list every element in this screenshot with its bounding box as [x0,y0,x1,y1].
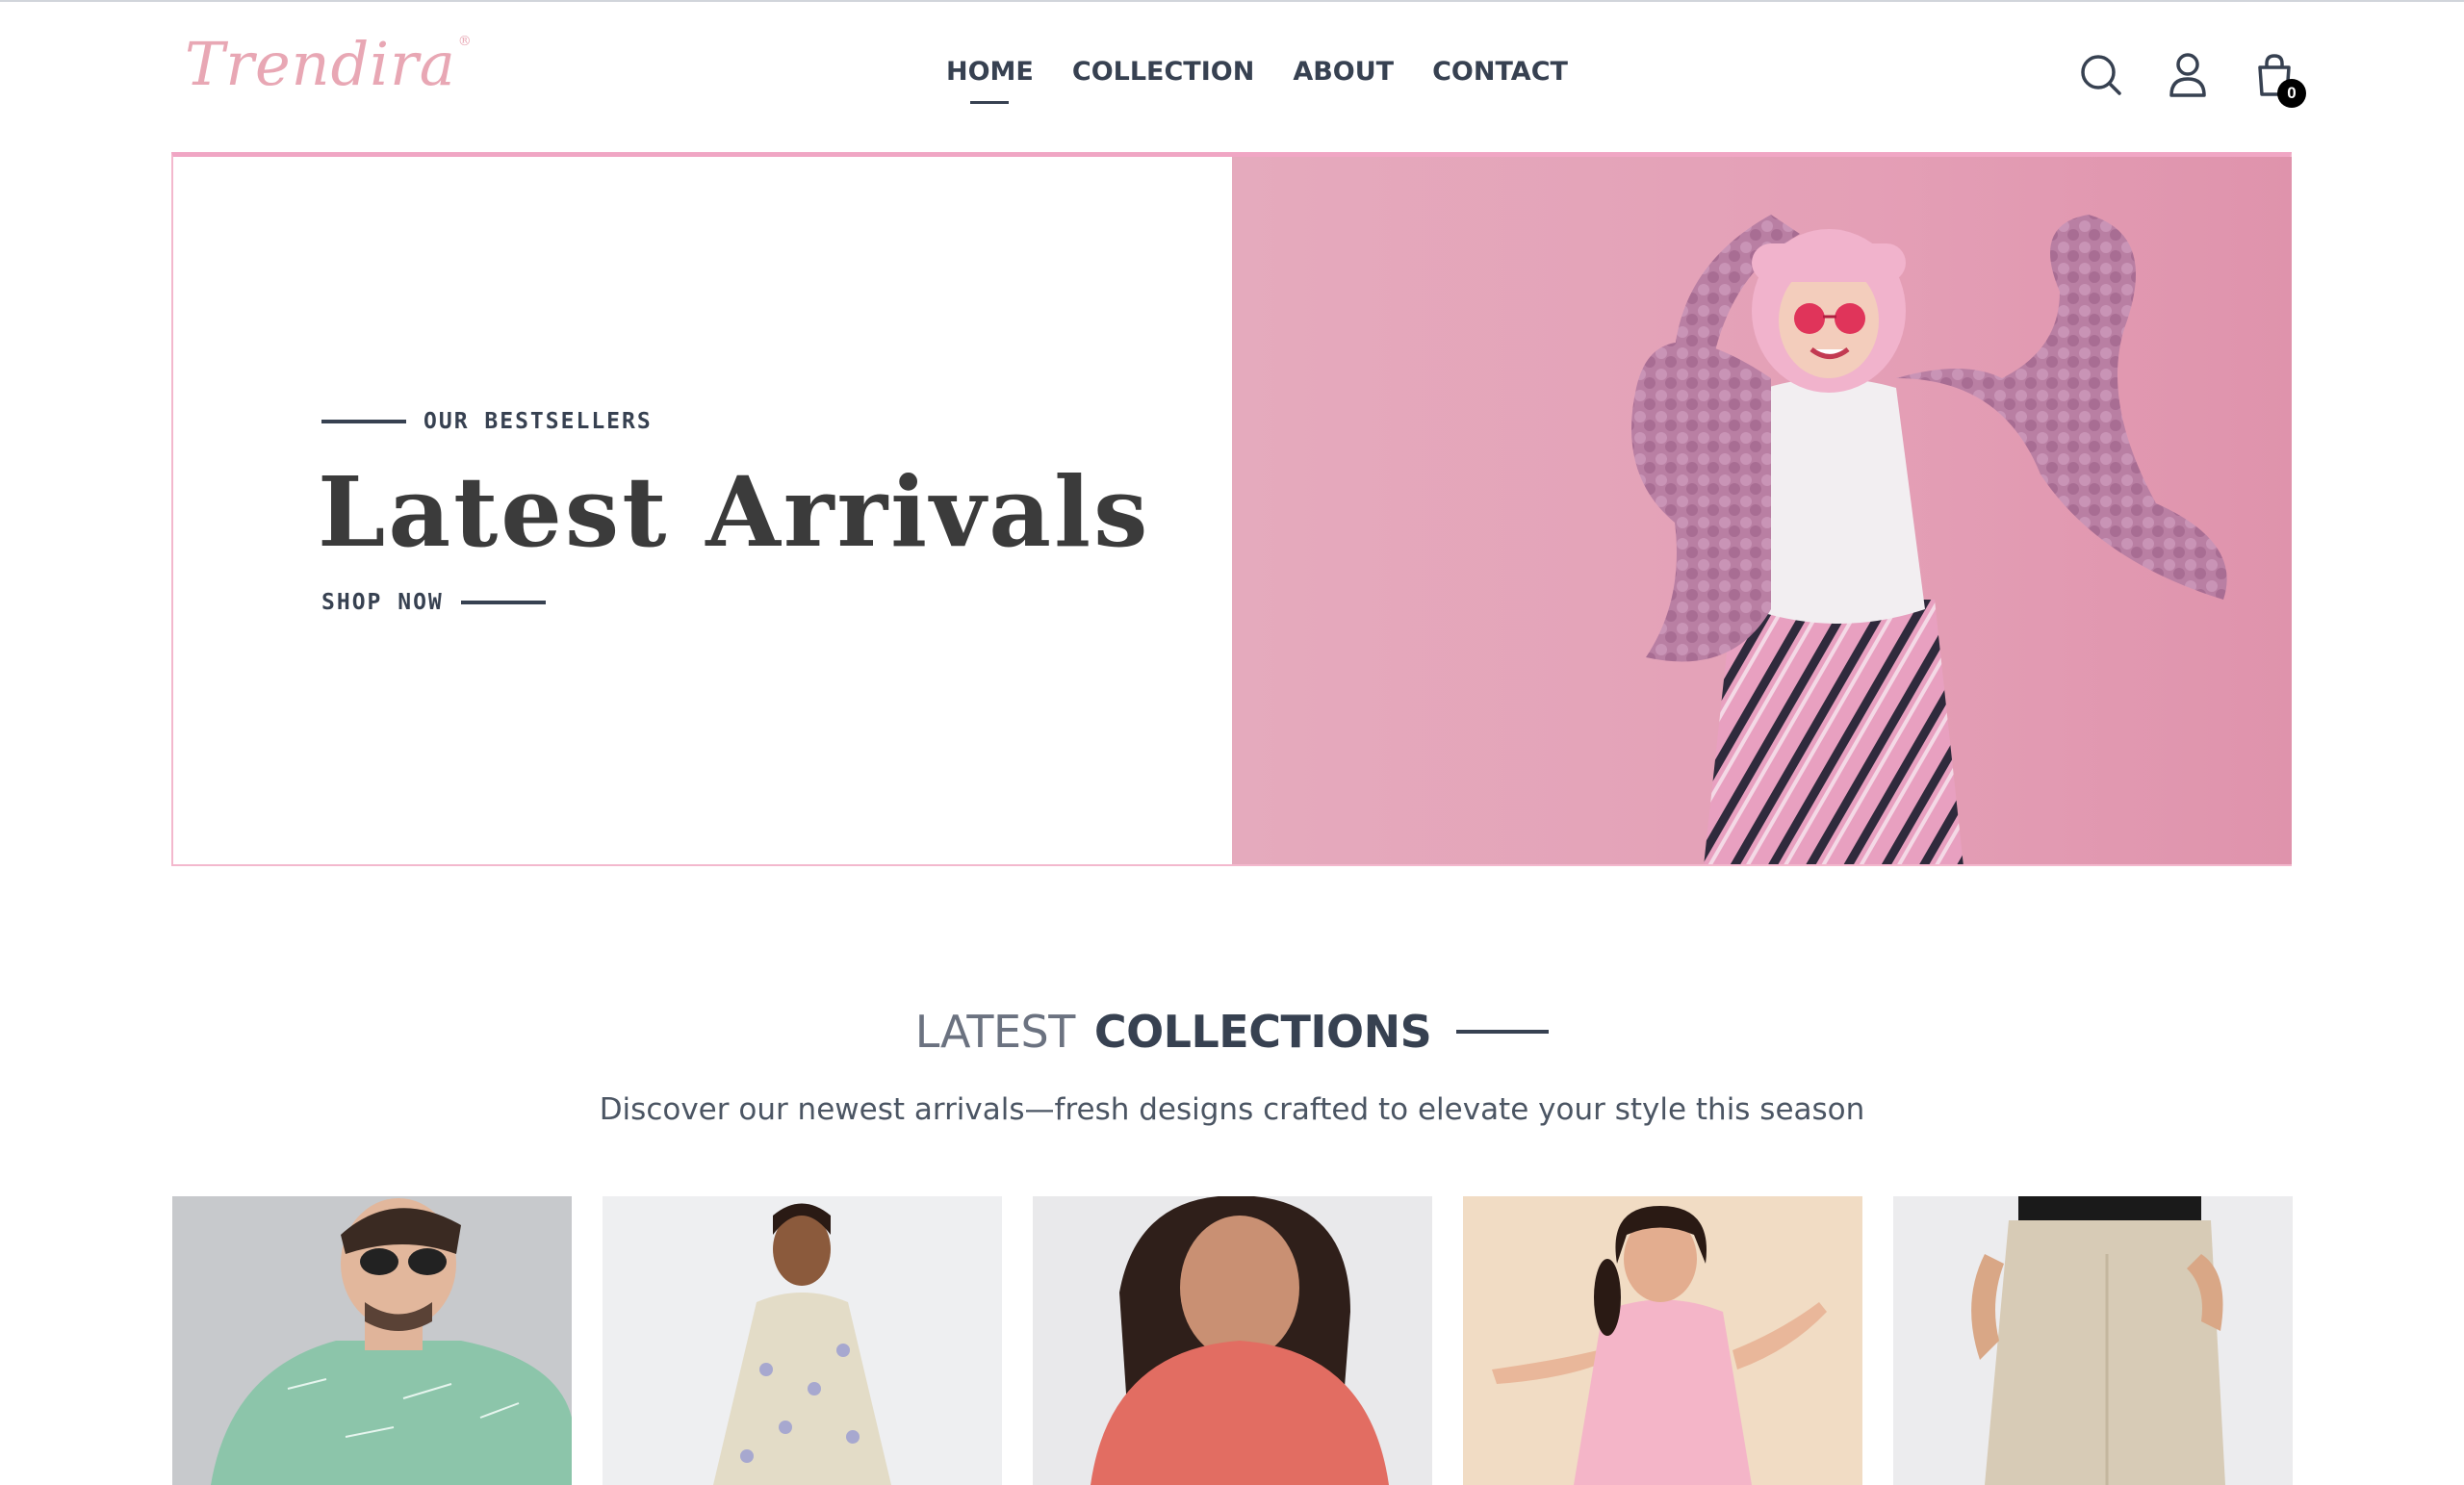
collections-subtitle: Discover our newest arrivals—fresh desig… [599,1092,1865,1127]
product-card[interactable] [1463,1196,1862,1485]
cart-count-badge: 0 [2277,79,2306,108]
product-image-man-green-tshirt [172,1196,572,1485]
collections-title-light: LATEST [914,1006,1076,1058]
eyebrow-label: OUR BESTSELLERS [424,409,653,434]
eyebrow-rule [321,420,406,423]
product-card[interactable] [172,1196,572,1485]
collections-heading: LATEST COLLECTIONS [0,1006,2464,1058]
hero-image [1232,157,2292,864]
hero-banner: OUR BESTSELLERS Latest Arrivals SHOP NOW [171,152,2292,866]
header-actions: 0 [2079,52,2306,108]
user-icon[interactable] [2166,52,2210,98]
shop-now-label: SHOP NOW [321,590,444,615]
product-image-girl-floral-dress [603,1196,1002,1485]
product-grid [172,1196,2293,1485]
shop-now-rule [460,601,546,604]
main-nav: HOME COLLECTION ABOUT CONTACT [946,58,1568,87]
nav-contact[interactable]: CONTACT [1432,58,1568,87]
collections-title-bold: COLLECTIONS [1093,1006,1432,1058]
fashion-model-illustration [1631,215,2227,864]
product-card[interactable] [603,1196,1002,1485]
shop-now-link[interactable]: SHOP NOW [321,590,546,615]
site-header: Trendira ® HOME COLLECTION ABOUT CONTACT … [0,2,2464,150]
nav-collection[interactable]: COLLECTION [1072,58,1254,87]
hero-title: Latest Arrivals [318,455,1151,569]
nav-about[interactable]: ABOUT [1293,58,1394,87]
brand-logo[interactable]: Trendira ® [185,35,473,94]
product-image-girl-pink-dress [1463,1196,1862,1485]
product-image-woman-coral-top [1033,1196,1432,1485]
hero-eyebrow: OUR BESTSELLERS [321,409,653,434]
nav-home[interactable]: HOME [946,58,1034,87]
collections-title-rule [1456,1030,1550,1034]
product-card[interactable] [1033,1196,1432,1485]
search-icon[interactable] [2079,52,2123,98]
product-image-beige-chinos [1893,1196,2293,1485]
product-card[interactable] [1893,1196,2293,1485]
shopping-bag-icon[interactable]: 0 [2252,52,2306,108]
hero-text-panel: OUR BESTSELLERS Latest Arrivals SHOP NOW [173,157,1232,864]
registered-mark: ® [457,34,473,49]
